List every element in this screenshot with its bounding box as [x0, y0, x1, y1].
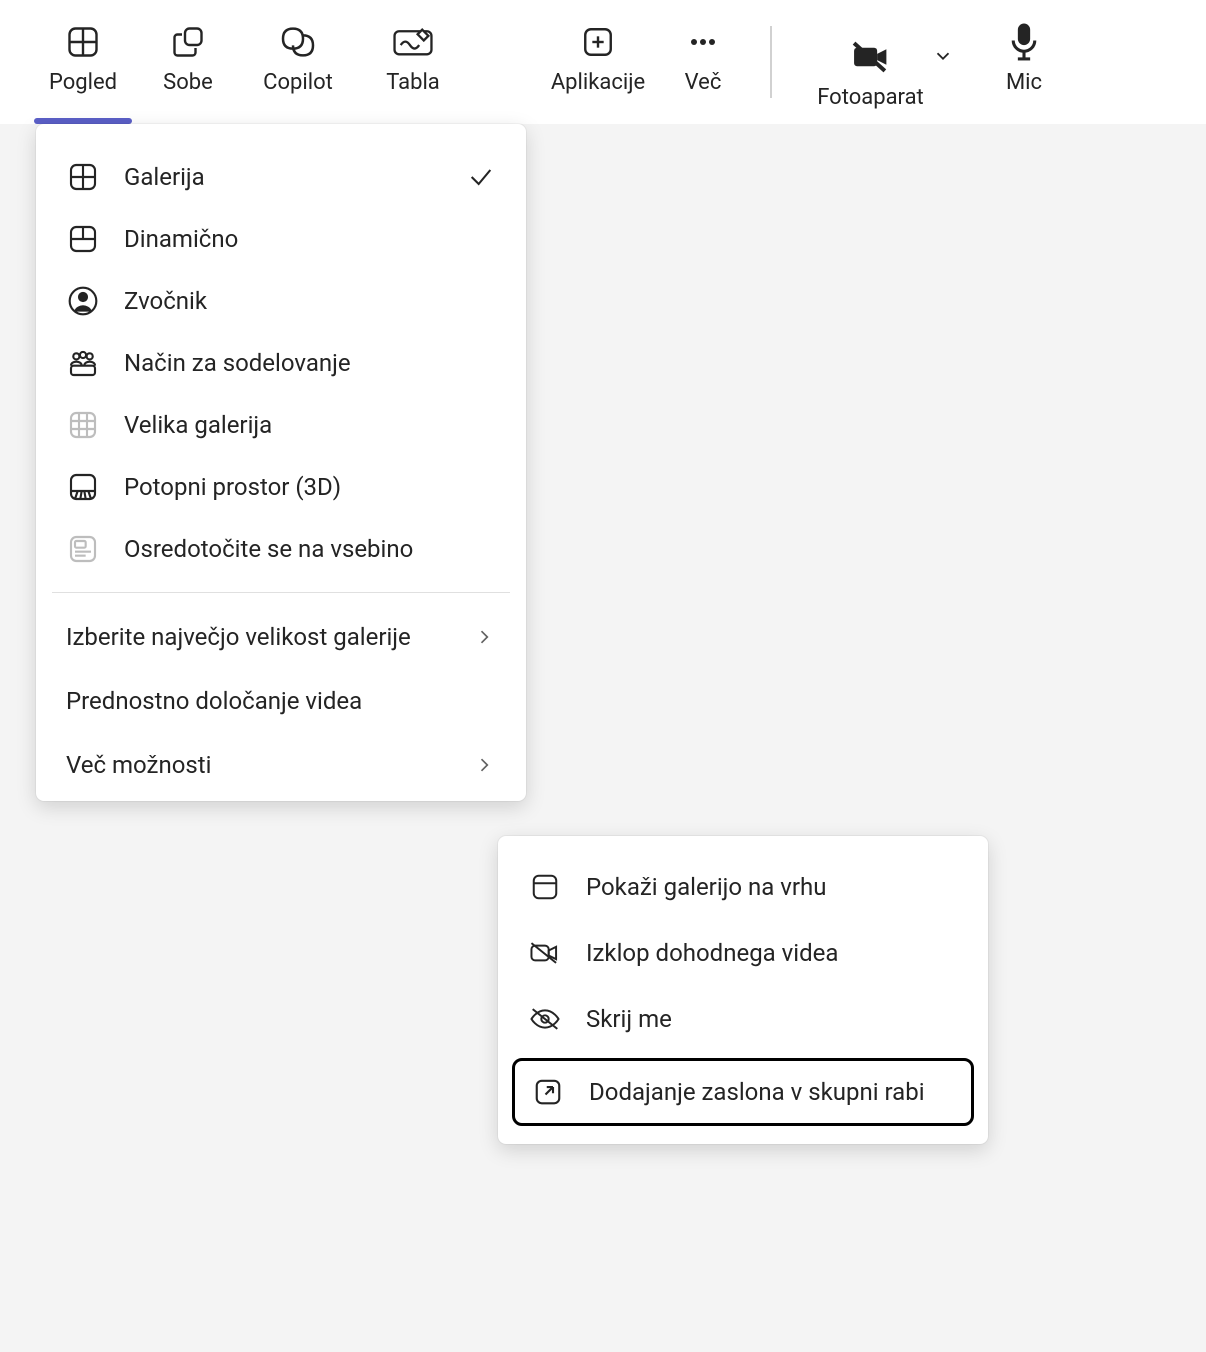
view-menu: Galerija Dinamično Zvočnik Način: [36, 124, 526, 801]
grid-icon: [63, 22, 103, 62]
menu-label: Način za sodelovanje: [124, 349, 496, 377]
mic-label: Mic: [1006, 70, 1042, 95]
menu-label: Več možnosti: [66, 751, 448, 779]
gallery-top-icon: [528, 870, 562, 904]
submenu-item-incoming-video-off[interactable]: Izklop dohodnega videa: [498, 920, 988, 986]
checkmark-icon: [466, 162, 496, 192]
eye-off-icon: [528, 1002, 562, 1036]
menu-item-together[interactable]: Način za sodelovanje: [36, 332, 526, 394]
menu-item-more-options[interactable]: Več možnosti: [36, 733, 526, 797]
menu-label: Velika galerija: [124, 411, 496, 439]
copilot-icon: [278, 22, 318, 62]
gallery-icon: [66, 160, 100, 194]
more-icon: [683, 22, 723, 62]
submenu-item-add-shared-screen[interactable]: Dodajanje zaslona v skupni rabi: [512, 1058, 974, 1126]
more-options-submenu: Pokaži galerijo na vrhu Izklop dohodnega…: [498, 836, 988, 1144]
more-button[interactable]: Več: [658, 0, 748, 124]
menu-item-immersive[interactable]: Potopni prostor (3D): [36, 456, 526, 518]
apps-add-icon: [578, 22, 618, 62]
menu-label: Zvočnik: [124, 287, 496, 315]
apps-button[interactable]: Aplikacije: [538, 0, 658, 124]
chevron-right-icon: [472, 753, 496, 777]
apps-label: Aplikacije: [551, 70, 645, 95]
copilot-button[interactable]: Copilot: [238, 0, 358, 124]
together-icon: [66, 346, 100, 380]
popout-icon: [531, 1075, 565, 1109]
copilot-label: Copilot: [263, 70, 333, 95]
menu-item-prioritize-video[interactable]: Prednostno določanje videa: [36, 669, 526, 733]
more-label: Več: [685, 70, 722, 95]
menu-divider: [52, 592, 510, 593]
menu-label: Osredotočite se na vsebino: [124, 535, 496, 563]
menu-label: Prednostno določanje videa: [66, 687, 496, 715]
dynamic-icon: [66, 222, 100, 256]
video-off-icon: [528, 936, 562, 970]
whiteboard-icon: [393, 22, 433, 62]
focus-content-icon: [66, 532, 100, 566]
menu-item-speaker[interactable]: Zvočnik: [36, 270, 526, 332]
menu-label: Izberite največjo velikost galerije: [66, 623, 448, 651]
menu-label: Skrij me: [586, 1005, 958, 1033]
immersive-3d-icon: [66, 470, 100, 504]
menu-label: Galerija: [124, 163, 442, 191]
large-gallery-icon: [66, 408, 100, 442]
chevron-right-icon: [472, 625, 496, 649]
camera-off-icon: [851, 37, 891, 77]
whiteboard-button[interactable]: Tabla: [358, 0, 468, 124]
menu-label: Dodajanje zaslona v skupni rabi: [589, 1078, 955, 1106]
rooms-button[interactable]: Sobe: [138, 0, 238, 124]
view-label: Pogled: [49, 70, 117, 95]
menu-label: Izklop dohodnega videa: [586, 939, 958, 967]
menu-item-dynamic[interactable]: Dinamično: [36, 208, 526, 270]
meeting-toolbar: Pogled Sobe Copilot: [0, 0, 1206, 124]
camera-label: Fotoaparat: [817, 85, 924, 110]
mic-icon: [1004, 22, 1044, 62]
menu-label: Potopni prostor (3D): [124, 473, 496, 501]
whiteboard-label: Tabla: [386, 70, 440, 95]
camera-chevron-icon[interactable]: [930, 43, 956, 69]
speaker-icon: [66, 284, 100, 318]
submenu-item-gallery-top[interactable]: Pokaži galerijo na vrhu: [498, 854, 988, 920]
menu-item-gallery-size[interactable]: Izberite največjo velikost galerije: [36, 605, 526, 669]
view-button[interactable]: Pogled: [28, 0, 138, 124]
rooms-icon: [168, 22, 208, 62]
submenu-item-hide-me[interactable]: Skrij me: [498, 986, 988, 1052]
menu-label: Dinamično: [124, 225, 496, 253]
rooms-label: Sobe: [163, 70, 213, 95]
camera-button[interactable]: Fotoaparat: [794, 0, 979, 124]
toolbar-divider: [770, 26, 772, 98]
menu-item-large-gallery[interactable]: Velika galerija: [36, 394, 526, 456]
menu-item-focus-content[interactable]: Osredotočite se na vsebino: [36, 518, 526, 580]
menu-label: Pokaži galerijo na vrhu: [586, 873, 958, 901]
menu-item-gallery[interactable]: Galerija: [36, 146, 526, 208]
mic-button[interactable]: Mic: [979, 0, 1069, 124]
